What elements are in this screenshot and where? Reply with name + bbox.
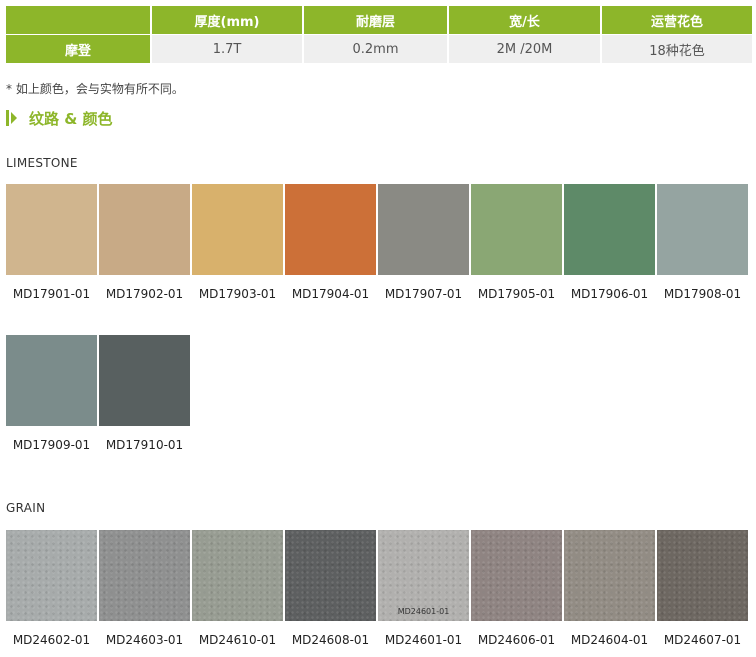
spec-header-colors: 运营花色 <box>601 6 752 35</box>
swatch-code: MD17903-01 <box>198 287 277 301</box>
swatch-image[interactable] <box>192 184 283 275</box>
spec-header-wear-layer: 耐磨层 <box>303 6 449 35</box>
swatch-item[interactable]: MD17901-01 <box>6 184 97 301</box>
swatch-row-grain-1: MD24602-01 MD24603-01 MD24610-01 MD24608-01… <box>6 530 750 647</box>
swatch-code: MD24604-01 <box>570 633 649 647</box>
swatch-item[interactable]: MD24603-01 <box>99 530 190 647</box>
swatch-row-limestone-1: MD17901-01 MD17902-01 MD17903-01 MD17904-01… <box>6 184 750 301</box>
swatch-image[interactable] <box>99 335 190 426</box>
swatch-item[interactable]: MD17910-01 <box>99 335 190 452</box>
swatch-image[interactable] <box>564 184 655 275</box>
group-label-limestone: LIMESTONE <box>6 156 78 170</box>
swatch-image[interactable] <box>657 530 748 621</box>
swatch-item[interactable]: MD17903-01 <box>192 184 283 301</box>
swatch-item[interactable]: MD17902-01 <box>99 184 190 301</box>
color-disclaimer-note: * 如上颜色，会与实物有所不同。 <box>6 82 184 96</box>
section-title: 纹路 & 颜色 <box>6 107 113 129</box>
spec-row-label: 摩登 <box>6 34 152 63</box>
swatch-code: MD24601-01 <box>384 633 463 647</box>
spec-value-width-length: 2M /20M <box>448 34 602 63</box>
swatch-code: MD17908-01 <box>663 287 742 301</box>
swatch-row-limestone-2: MD17909-01 MD17910-01 <box>6 335 192 452</box>
swatch-item[interactable]: MD24606-01 <box>471 530 562 647</box>
spec-value-wear-layer: 0.2mm <box>303 34 449 63</box>
spec-table: 厚度(mm) 耐磨层 宽/长 运营花色 摩登 1.7T 0.2mm 2M /20… <box>6 6 752 63</box>
swatch-code: MD24606-01 <box>477 633 556 647</box>
swatch-item[interactable]: MD17906-01 <box>564 184 655 301</box>
swatch-image[interactable] <box>378 184 469 275</box>
swatch-item[interactable]: MD24607-01 <box>657 530 748 647</box>
swatch-image[interactable] <box>99 184 190 275</box>
swatch-item[interactable]: MD24608-01 <box>285 530 376 647</box>
swatch-item[interactable]: MD17905-01 <box>471 184 562 301</box>
swatch-image[interactable] <box>99 530 190 621</box>
swatch-item[interactable]: MD17907-01 <box>378 184 469 301</box>
swatch-inner-label: MD24601-01 <box>397 607 450 616</box>
swatch-code: MD17905-01 <box>477 287 556 301</box>
swatch-image[interactable] <box>471 184 562 275</box>
group-label-grain: GRAIN <box>6 501 46 515</box>
swatch-image[interactable] <box>285 530 376 621</box>
swatch-code: MD17902-01 <box>105 287 184 301</box>
swatch-item[interactable]: MD24601-01 MD24601-01 <box>378 530 469 647</box>
swatch-code: MD17910-01 <box>105 438 184 452</box>
swatch-item[interactable]: MD17904-01 <box>285 184 376 301</box>
swatch-code: MD24608-01 <box>291 633 370 647</box>
swatch-image[interactable] <box>471 530 562 621</box>
spec-header-thickness: 厚度(mm) <box>151 6 304 35</box>
swatch-code: MD17904-01 <box>291 287 370 301</box>
swatch-image[interactable] <box>657 184 748 275</box>
spec-value-thickness: 1.7T <box>151 34 304 63</box>
swatch-image[interactable] <box>6 335 97 426</box>
swatch-code: MD24602-01 <box>12 633 91 647</box>
spec-table-row: 摩登 1.7T 0.2mm 2M /20M 18种花色 <box>6 34 752 63</box>
spec-table-header-row: 厚度(mm) 耐磨层 宽/长 运营花色 <box>6 6 752 35</box>
swatch-item[interactable]: MD24602-01 <box>6 530 97 647</box>
swatch-image[interactable] <box>285 184 376 275</box>
swatch-code: MD17909-01 <box>12 438 91 452</box>
swatch-item[interactable]: MD24604-01 <box>564 530 655 647</box>
swatch-image[interactable] <box>6 530 97 621</box>
section-title-text: 纹路 & 颜色 <box>29 109 113 128</box>
swatch-image[interactable] <box>6 184 97 275</box>
swatch-item[interactable]: MD17909-01 <box>6 335 97 452</box>
swatch-item[interactable]: MD24610-01 <box>192 530 283 647</box>
swatch-code: MD17907-01 <box>384 287 463 301</box>
swatch-code: MD17906-01 <box>570 287 649 301</box>
spec-value-colors: 18种花色 <box>601 34 752 63</box>
swatch-image[interactable] <box>192 530 283 621</box>
section-marker-arrow-icon <box>11 112 17 124</box>
swatch-code: MD24603-01 <box>105 633 184 647</box>
section-marker-bar-icon <box>6 110 9 126</box>
swatch-item[interactable]: MD17908-01 <box>657 184 748 301</box>
swatch-image[interactable] <box>564 530 655 621</box>
spec-header-empty <box>6 6 152 35</box>
spec-header-width-length: 宽/长 <box>448 6 602 35</box>
swatch-code: MD24607-01 <box>663 633 742 647</box>
swatch-code: MD24610-01 <box>198 633 277 647</box>
product-spec-page: 厚度(mm) 耐磨层 宽/长 运营花色 摩登 1.7T 0.2mm 2M /20… <box>0 0 756 657</box>
swatch-code: MD17901-01 <box>12 287 91 301</box>
